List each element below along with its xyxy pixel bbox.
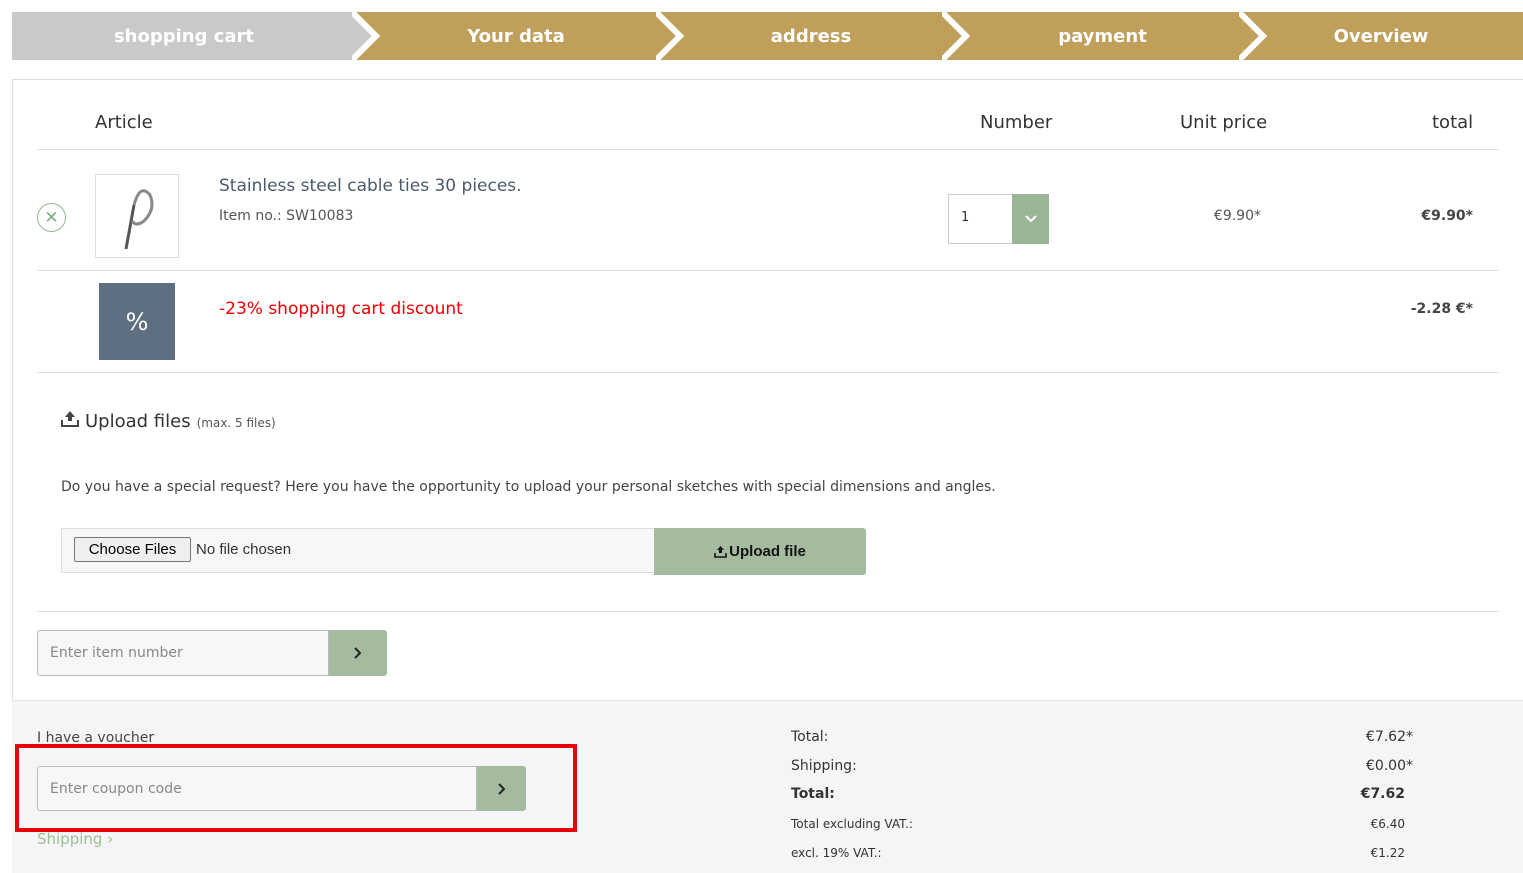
item-number-input[interactable]: Enter item number	[37, 630, 329, 676]
step-label: payment	[1058, 25, 1147, 47]
product-image[interactable]	[95, 174, 179, 258]
upload-icon	[714, 545, 727, 558]
chevron-down-icon	[1024, 215, 1037, 223]
step-label: address	[770, 25, 852, 47]
upload-icon	[61, 411, 79, 427]
checkout-steps: shopping cart Your data address payment …	[12, 12, 1523, 60]
upload-description: Do you have a special request? Here you …	[61, 479, 996, 495]
step-payment[interactable]: payment	[942, 12, 1263, 60]
product-item-number: Item no.: SW10083	[219, 208, 354, 224]
upload-file-label: Upload file	[729, 543, 806, 560]
summary-vat-value: €1.22	[1370, 846, 1405, 860]
header-total: total	[1432, 112, 1474, 133]
divider	[37, 372, 1499, 373]
unit-price: €9.90*	[1213, 208, 1261, 224]
step-overview[interactable]: Overview	[1239, 12, 1523, 60]
shipping-link[interactable]: Shipping ›	[37, 830, 113, 848]
upload-file-button[interactable]: Upload file	[654, 528, 866, 575]
summary-grand-total-value: €7.62	[1360, 786, 1405, 802]
add-item-button[interactable]	[329, 630, 387, 676]
step-your-data[interactable]: Your data	[352, 12, 680, 60]
file-input[interactable]: Choose Files No file chosen	[61, 528, 655, 573]
header-number: Number	[980, 112, 1053, 133]
upload-subtitle: (max. 5 files)	[196, 416, 276, 430]
discount-label: -23% shopping cart discount	[219, 299, 463, 319]
quantity-select[interactable]: 1	[948, 194, 1049, 244]
highlight-frame	[15, 744, 577, 832]
line-total: €9.90*	[1421, 208, 1473, 224]
summary-shipping-value: €0.00*	[1365, 758, 1413, 774]
upload-title: Upload files	[85, 411, 191, 432]
divider	[37, 270, 1499, 271]
summary-net-value: €6.40	[1370, 817, 1405, 831]
chevron-right-icon: ›	[107, 830, 114, 848]
step-label: Overview	[1333, 25, 1429, 47]
header-unit-price: Unit price	[1180, 112, 1268, 133]
summary-shipping-label: Shipping:	[791, 758, 857, 774]
shipping-link-label: Shipping	[37, 830, 103, 848]
step-label: shopping cart	[113, 25, 255, 47]
summary-grand-total-label: Total:	[791, 786, 835, 802]
choose-files-button[interactable]: Choose Files	[74, 537, 191, 562]
step-address[interactable]: address	[656, 12, 966, 60]
cable-tie-image	[124, 189, 154, 250]
summary-vat-label: excl. 19% VAT.:	[791, 846, 882, 860]
item-number-placeholder: Enter item number	[50, 645, 183, 661]
quantity-value: 1	[961, 210, 970, 225]
summary-net-label: Total excluding VAT.:	[791, 817, 913, 831]
chevron-right-icon	[354, 647, 362, 659]
quantity-dropdown-button[interactable]	[1012, 194, 1049, 244]
product-title[interactable]: Stainless steel cable ties 30 pieces.	[219, 176, 522, 196]
close-icon: ✕	[44, 207, 59, 228]
remove-item-button[interactable]: ✕	[37, 203, 66, 232]
divider	[37, 611, 1499, 612]
discount-value: -2.28 €*	[1410, 301, 1473, 317]
step-shopping-cart[interactable]: shopping cart	[12, 12, 376, 60]
discount-icon: %	[99, 283, 175, 360]
summary-total-label: Total:	[791, 729, 829, 745]
divider	[37, 149, 1499, 150]
header-article: Article	[95, 112, 153, 133]
step-label: Your data	[467, 25, 565, 47]
upload-heading: Upload files (max. 5 files)	[61, 411, 276, 432]
summary-total-value: €7.62*	[1365, 729, 1413, 745]
file-status: No file chosen	[196, 541, 292, 558]
